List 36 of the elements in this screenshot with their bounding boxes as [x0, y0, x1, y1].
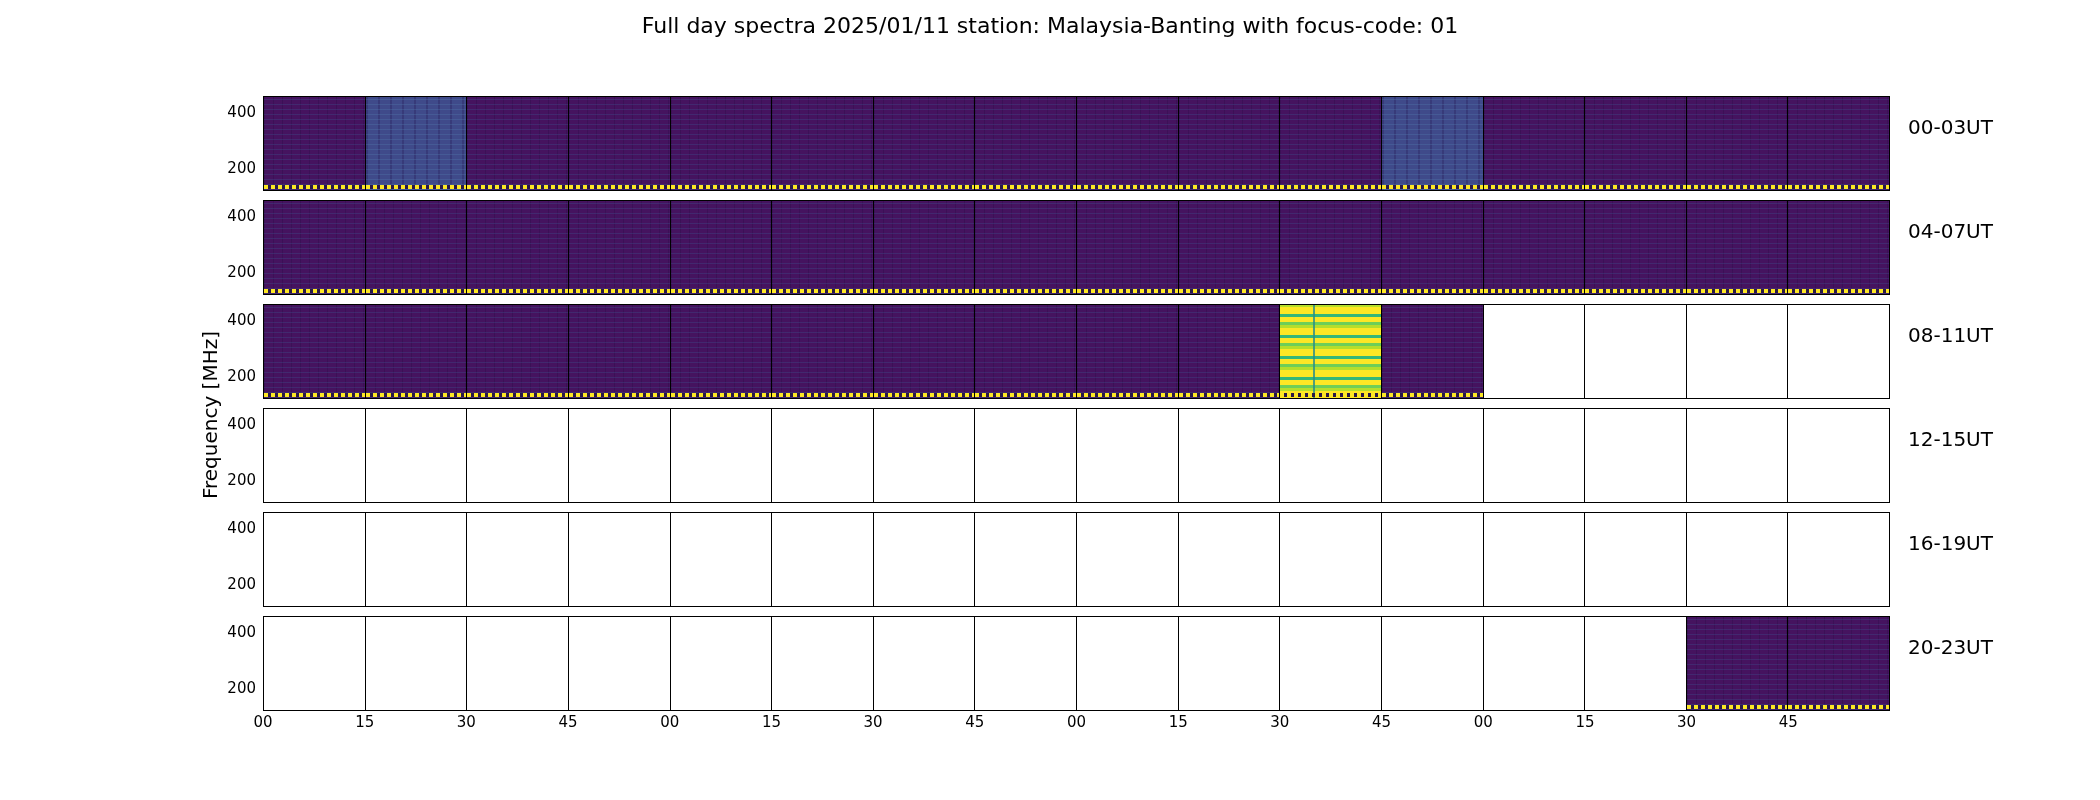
y-tick-label: 200 [227, 471, 256, 489]
time-range-label: 16-19UT [1908, 531, 1993, 555]
y-tick-label: 200 [227, 263, 256, 281]
y-tick-label: 400 [227, 623, 256, 641]
figure-title: Full day spectra 2025/01/11 station: Malaysia-Banting with focus-code: 01 [641, 13, 1459, 38]
time-range-label: 08-11UT [1908, 323, 1993, 347]
y-tick-label: 200 [227, 367, 256, 385]
y-tick-label: 400 [227, 103, 256, 121]
x-tick-label: 45 [1372, 713, 1392, 731]
x-tick-label: 15 [761, 713, 781, 731]
x-tick-label: 45 [965, 713, 985, 731]
y-tick-label: 200 [227, 159, 256, 177]
x-tick-label: 30 [456, 713, 476, 731]
x-tick-label: 00 [1473, 713, 1493, 731]
x-tick-label: 30 [1677, 713, 1697, 731]
x-tick-label: 30 [1270, 713, 1290, 731]
y-axis-label: Frequency [MHz] [198, 331, 222, 500]
x-tick-label: 15 [355, 713, 375, 731]
x-tick-label: 00 [1066, 713, 1087, 731]
x-tick-label: 15 [1575, 713, 1595, 731]
time-range-label: 20-23UT [1908, 635, 1993, 659]
x-tick-label: 15 [1168, 713, 1188, 731]
x-tick-label: 30 [863, 713, 883, 731]
time-range-label: 00-03UT [1908, 115, 1993, 139]
y-tick-label: 200 [227, 575, 256, 593]
x-tick-label: 45 [1778, 713, 1798, 731]
time-range-label: 12-15UT [1908, 427, 1993, 451]
y-tick-label: 400 [227, 519, 256, 537]
x-tick-label: 45 [558, 713, 578, 731]
x-tick-label: 00 [660, 713, 680, 731]
y-tick-label: 400 [227, 207, 256, 225]
x-tick-label: 00 [253, 713, 273, 731]
y-tick-label: 200 [227, 679, 256, 697]
y-tick-label: 400 [227, 311, 256, 329]
y-tick-label: 400 [227, 415, 256, 433]
time-range-label: 04-07UT [1908, 219, 1993, 243]
